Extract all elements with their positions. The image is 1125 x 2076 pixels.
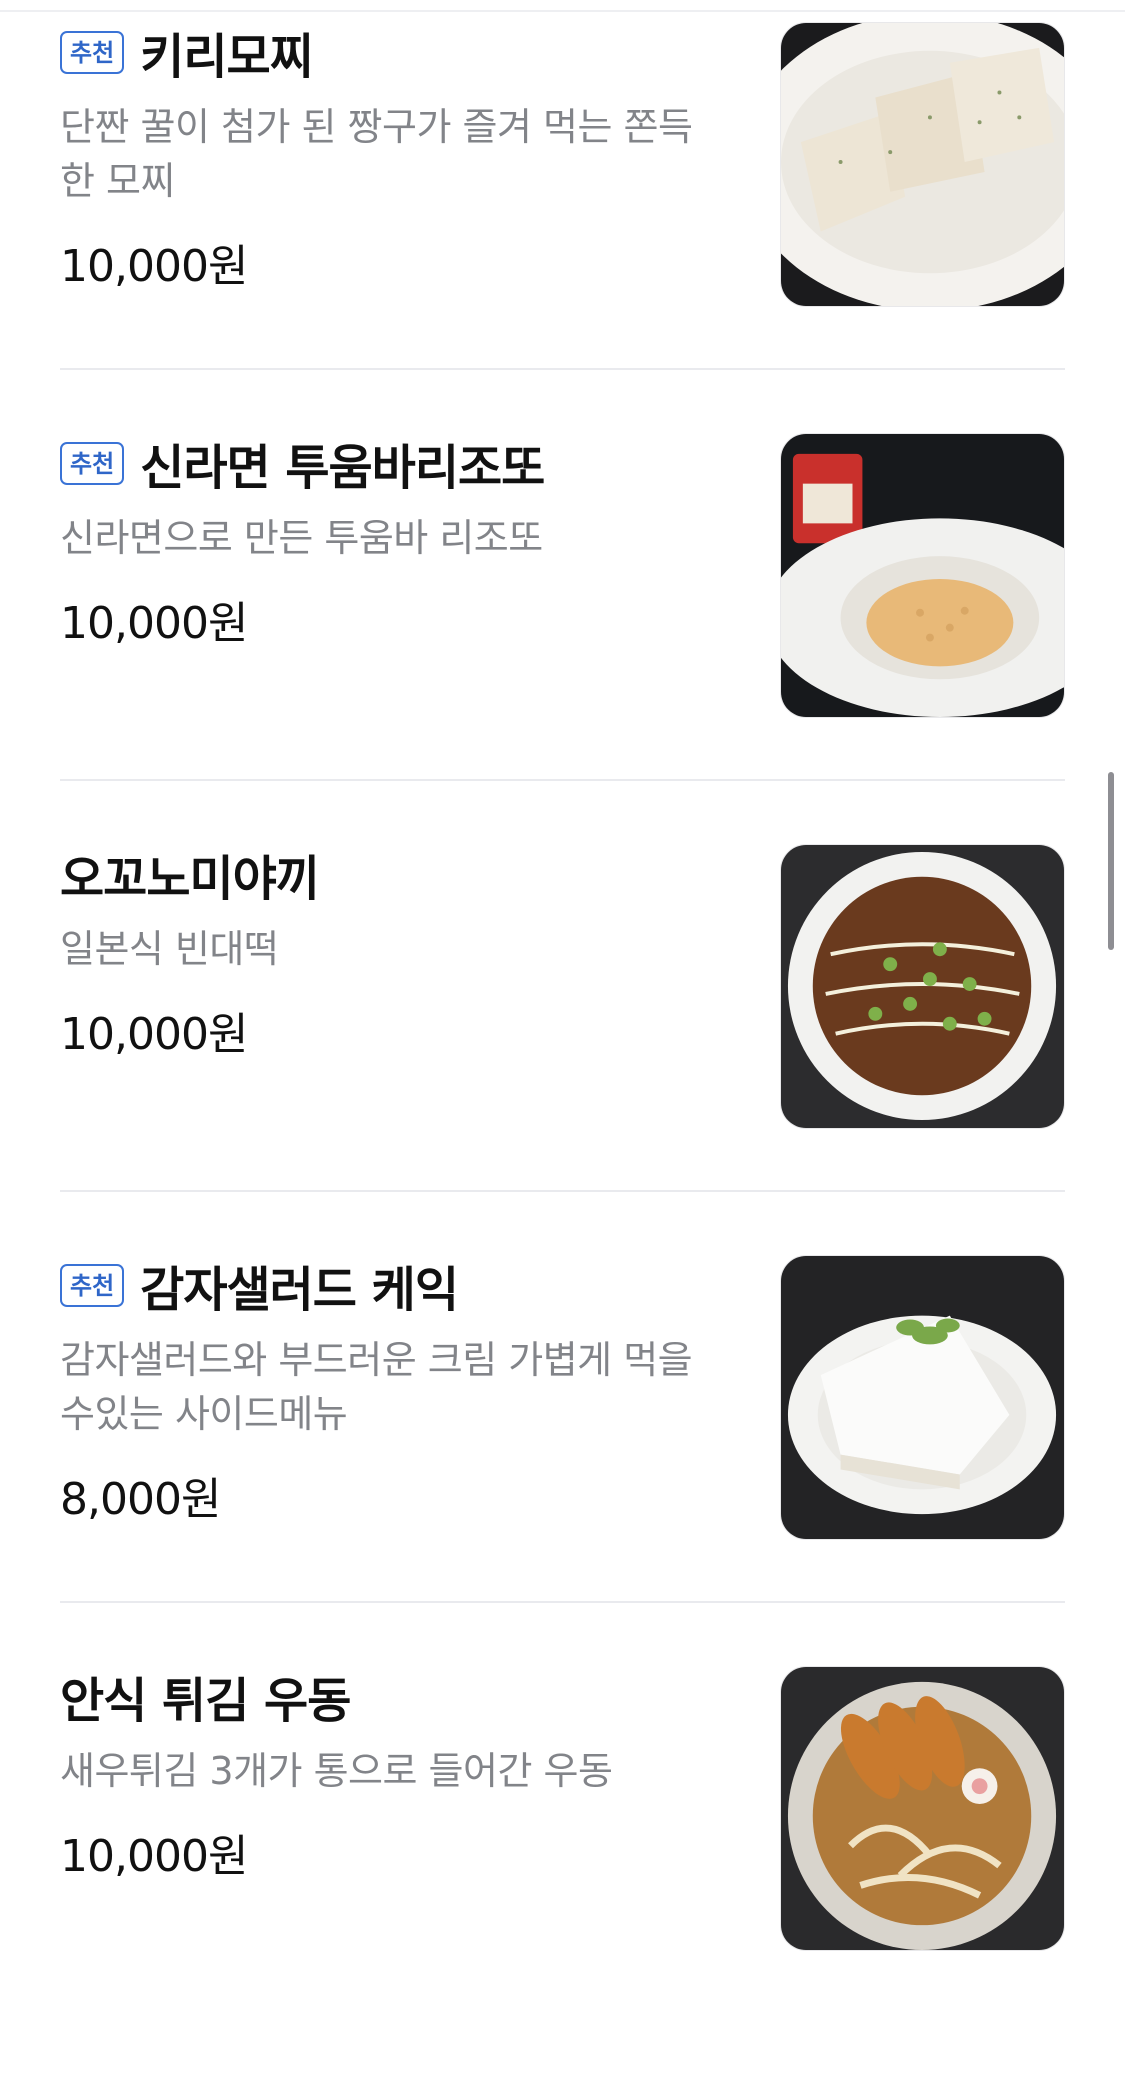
menu-item-potato-salad-cake[interactable]: 추천 감자샐러드 케익 감자샐러드와 부드러운 크림 가볍게 먹을수있는 사이드… xyxy=(60,1255,1065,1665)
menu-item-kirimochi[interactable]: 추천 키리모찌 단짠 꿀이 첨가 된 짱구가 즐겨 먹는 쫀득한 모찌 10,0… xyxy=(60,22,1065,432)
recommended-badge: 추천 xyxy=(60,30,125,74)
mochi-photo-illustration xyxy=(781,23,1064,306)
udon-photo-illustration xyxy=(781,1667,1064,1950)
top-divider xyxy=(0,10,1125,12)
menu-item-text: 추천 감자샐러드 케익 감자샐러드와 부드러운 크림 가볍게 먹을수있는 사이드… xyxy=(60,1255,720,1527)
item-divider xyxy=(60,368,1065,370)
menu-item-text: 오꼬노미야끼 일본식 빈대떡 10,000원 xyxy=(60,844,720,1062)
menu-item-price: 10,000원 xyxy=(60,241,248,292)
menu-item-text: 추천 신라면 투움바리조또 신라면으로 만든 투움바 리조또 10,000원 xyxy=(60,433,720,651)
menu-item-description: 단짠 꿀이 첨가 된 짱구가 즐겨 먹는 쫀득한 모찌 xyxy=(60,105,693,203)
menu-item-title: 안식 튀김 우동 xyxy=(60,1673,351,1729)
cake-photo-illustration xyxy=(781,1256,1064,1539)
title-row: 안식 튀김 우동 xyxy=(60,1666,720,1729)
udon-photo[interactable] xyxy=(780,1666,1065,1951)
menu-item-title: 감자샐러드 케익 xyxy=(140,1262,459,1318)
menu-item-okonomiyaki[interactable]: 오꼬노미야끼 일본식 빈대떡 10,000원 xyxy=(60,844,1065,1254)
risotto-photo-illustration xyxy=(781,434,1064,717)
title-row: 추천 키리모찌 xyxy=(60,22,720,85)
recommended-badge: 추천 xyxy=(60,441,125,485)
risotto-photo[interactable] xyxy=(780,433,1065,718)
menu-item-tempura-udon[interactable]: 안식 튀김 우동 새우튀김 3개가 통으로 들어간 우동 10,000원 xyxy=(60,1666,1065,2076)
item-divider xyxy=(60,1190,1065,1192)
menu-item-text: 추천 키리모찌 단짠 꿀이 첨가 된 짱구가 즐겨 먹는 쫀득한 모찌 10,0… xyxy=(60,22,720,294)
menu-item-description: 일본식 빈대떡 xyxy=(60,927,279,971)
okonomiyaki-photo[interactable] xyxy=(780,844,1065,1129)
okonomiyaki-photo-illustration xyxy=(781,845,1064,1128)
menu-item-price: 8,000원 xyxy=(60,1474,221,1525)
menu-item-description: 새우튀김 3개가 통으로 들어간 우동 xyxy=(60,1749,613,1793)
menu-item-title: 신라면 투움바리조또 xyxy=(140,440,545,496)
item-divider xyxy=(60,779,1065,781)
title-row: 추천 신라면 투움바리조또 xyxy=(60,433,720,496)
menu-item-title: 키리모찌 xyxy=(140,29,314,85)
menu-item-price: 10,000원 xyxy=(60,598,248,649)
menu-item-description: 신라면으로 만든 투움바 리조또 xyxy=(60,516,543,560)
title-row: 오꼬노미야끼 xyxy=(60,844,720,907)
menu-item-price: 10,000원 xyxy=(60,1009,248,1060)
menu-item-title: 오꼬노미야끼 xyxy=(60,851,320,907)
title-row: 추천 감자샐러드 케익 xyxy=(60,1255,720,1318)
mochi-photo[interactable] xyxy=(780,22,1065,307)
scrollbar[interactable] xyxy=(1108,772,1114,950)
item-divider xyxy=(60,1601,1065,1603)
recommended-badge: 추천 xyxy=(60,1263,125,1307)
menu-item-risotto[interactable]: 추천 신라면 투움바리조또 신라면으로 만든 투움바 리조또 10,000원 xyxy=(60,433,1065,843)
menu-item-price: 10,000원 xyxy=(60,1831,248,1882)
cake-photo[interactable] xyxy=(780,1255,1065,1540)
menu-item-text: 안식 튀김 우동 새우튀김 3개가 통으로 들어간 우동 10,000원 xyxy=(60,1666,720,1884)
menu-item-description: 감자샐러드와 부드러운 크림 가볍게 먹을수있는 사이드메뉴 xyxy=(60,1338,693,1436)
